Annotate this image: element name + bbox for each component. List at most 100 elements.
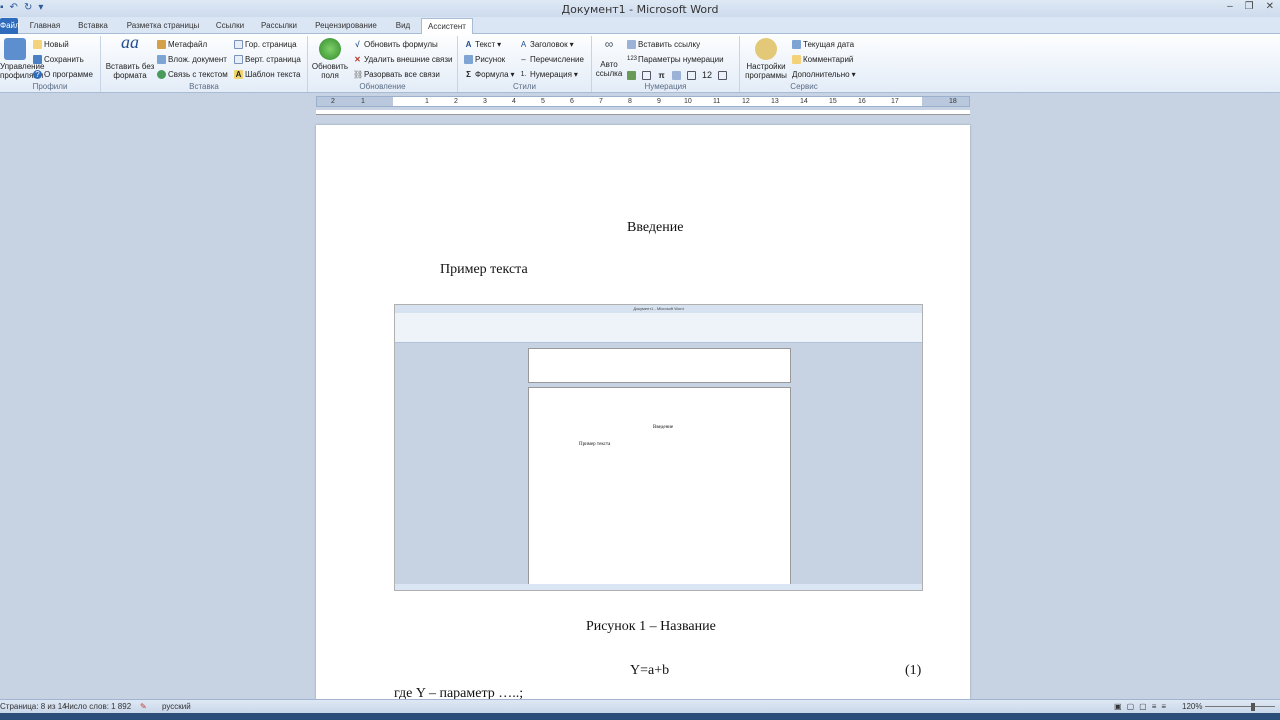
ruler-tick: 1 bbox=[425, 98, 429, 105]
restore-icon[interactable]: ❐ bbox=[1245, 1, 1254, 12]
tab-home[interactable]: Главная bbox=[26, 18, 64, 34]
figure-number-icon[interactable] bbox=[627, 70, 636, 80]
program-settings-button[interactable]: Настройки программы bbox=[743, 38, 789, 80]
figure-screenshot[interactable]: Документ1 - Microsoft Word Введение Прим… bbox=[394, 304, 923, 591]
ruler-tick: 3 bbox=[483, 98, 487, 105]
zoom-level[interactable]: 120% bbox=[1182, 702, 1202, 711]
window-controls: – ❐ ✕ bbox=[1227, 1, 1274, 12]
numbering-params-button[interactable]: 123 Параметры нумерации bbox=[627, 55, 724, 64]
update-fields-button[interactable]: Обновить поля bbox=[310, 38, 350, 80]
template-icon: A bbox=[234, 70, 243, 79]
comment-button[interactable]: Комментарий bbox=[792, 55, 853, 64]
text-template-button[interactable]: A Шаблон текста bbox=[234, 70, 301, 79]
new-profile-button[interactable]: Новый bbox=[33, 40, 69, 49]
tab-insert[interactable]: Вставка bbox=[74, 18, 112, 34]
save-profile-button[interactable]: Сохранить bbox=[33, 55, 84, 64]
print-layout-icon[interactable]: ▣ bbox=[1114, 702, 1122, 711]
current-date-button[interactable]: Текущая дата bbox=[792, 40, 854, 49]
equation-number-icon[interactable] bbox=[672, 70, 681, 80]
break-links-button[interactable]: ⛓ Разорвать все связи bbox=[353, 70, 440, 79]
previous-page bbox=[316, 110, 970, 115]
style-picture-button[interactable]: Рисунок bbox=[464, 55, 505, 64]
update-formulas-button[interactable]: √ Обновить формулы bbox=[353, 40, 437, 49]
horizontal-ruler[interactable]: 2 1 1 2 3 4 5 6 7 8 9 10 11 12 13 14 15 … bbox=[316, 96, 970, 107]
help-icon: ? bbox=[33, 70, 42, 79]
group-styles: A Текст ▾ Рисунок Σ Формула ▾ A Заголовок ▾ – П… bbox=[458, 36, 592, 92]
ruler-tick: 15 bbox=[829, 98, 837, 105]
outline-icon[interactable]: ≡ bbox=[1152, 702, 1157, 711]
style-list-button[interactable]: – Перечисление bbox=[519, 55, 584, 64]
document-icon bbox=[157, 55, 166, 64]
paste-unformatted-button[interactable]: aa Вставить без формата bbox=[104, 33, 156, 80]
tab-mailings[interactable]: Рассылки bbox=[258, 18, 300, 34]
link-text-button[interactable]: Связь с текстом bbox=[157, 70, 228, 79]
number-12[interactable]: 12 bbox=[702, 70, 712, 80]
numbered-list-icon: 1. bbox=[520, 71, 527, 78]
embedded-doc-button[interactable]: Влож. документ bbox=[157, 55, 227, 64]
ruler-tick: 1 bbox=[361, 98, 365, 105]
pi-icon[interactable]: π bbox=[657, 71, 666, 80]
remove-links-button[interactable]: ✕ Удалить внешние связи bbox=[353, 55, 452, 64]
tab-review[interactable]: Рецензирование bbox=[310, 18, 382, 34]
ribbon: Управление профилями Новый Сохранить ? О … bbox=[0, 33, 1280, 93]
table-number-icon[interactable] bbox=[642, 70, 651, 80]
formula[interactable]: Y=a+b bbox=[630, 663, 669, 679]
paragraph-sample[interactable]: Пример текста bbox=[440, 262, 528, 278]
style-formula-button[interactable]: Σ Формула ▾ bbox=[464, 70, 515, 79]
full-screen-icon[interactable]: ▢ bbox=[1127, 702, 1135, 711]
additional-button[interactable]: Дополнительно ▾ bbox=[792, 70, 856, 79]
sqrt-icon: √ bbox=[355, 40, 360, 49]
figure-statusbar bbox=[395, 584, 922, 590]
heading-introduction[interactable]: Введение bbox=[627, 220, 683, 236]
ruler-tick: 10 bbox=[684, 98, 692, 105]
profiles-icon bbox=[4, 38, 26, 60]
left-margin bbox=[317, 97, 393, 106]
portrait-page-button[interactable]: Верт. страница bbox=[234, 55, 301, 64]
chain-icon: ⛓ bbox=[353, 70, 364, 79]
auto-link-button[interactable]: ∞ Авто ссылка bbox=[594, 38, 624, 78]
draft-icon[interactable]: ≡ bbox=[1161, 702, 1166, 711]
tab-references[interactable]: Ссылки bbox=[212, 18, 248, 34]
formula-number[interactable]: (1) bbox=[905, 663, 921, 679]
tab-view[interactable]: Вид bbox=[390, 18, 416, 34]
landscape-page-button[interactable]: Гор. страница bbox=[234, 40, 297, 49]
group-label: Стили bbox=[512, 82, 537, 91]
close-icon[interactable]: ✕ bbox=[1266, 1, 1274, 12]
figure-title: Документ1 - Microsoft Word bbox=[633, 306, 684, 311]
zoom-slider[interactable] bbox=[1205, 706, 1275, 707]
dropdown-icon: ▾ bbox=[510, 70, 515, 79]
figure-titlebar: Документ1 - Microsoft Word bbox=[395, 305, 922, 313]
ribbon-tabs: Файл Главная Вставка Разметка страницы С… bbox=[0, 17, 1280, 34]
tab-assistant[interactable]: Ассистент bbox=[421, 18, 473, 34]
ruler-tick: 11 bbox=[713, 98, 721, 105]
tab-file[interactable]: Файл bbox=[0, 18, 20, 34]
language[interactable]: русский bbox=[162, 702, 191, 711]
zoom-handle[interactable] bbox=[1251, 703, 1255, 711]
web-layout-icon[interactable]: ▢ bbox=[1139, 702, 1147, 711]
proofing-icon[interactable]: ✎ bbox=[140, 702, 147, 711]
word-count[interactable]: Число слов: 1 892 bbox=[64, 702, 131, 711]
group-label: Профили bbox=[32, 82, 68, 91]
ruler-tick: 13 bbox=[771, 98, 779, 105]
metafile-button[interactable]: Метафайл bbox=[157, 40, 207, 49]
page-v-icon bbox=[234, 55, 243, 64]
style-text-button[interactable]: A Текст ▾ bbox=[464, 40, 502, 49]
manage-profiles-button[interactable]: Управление профилями bbox=[0, 38, 44, 80]
about-button[interactable]: ? О программе bbox=[33, 70, 93, 79]
ruler-tick: 2 bbox=[331, 98, 335, 105]
ruler-tick: 7 bbox=[599, 98, 603, 105]
group-label: Вставка bbox=[189, 82, 219, 91]
style-numbering-button[interactable]: 1. Нумерация ▾ bbox=[519, 70, 578, 79]
figure-ribbon bbox=[395, 313, 922, 343]
numbering-icons-row: π 12 bbox=[627, 70, 728, 80]
style-heading-button[interactable]: A Заголовок ▾ bbox=[519, 40, 574, 49]
figure-caption[interactable]: Рисунок 1 – Название bbox=[586, 619, 716, 635]
new-icon bbox=[33, 40, 42, 49]
page-count[interactable]: Страница: 8 из 14 bbox=[0, 702, 67, 711]
insert-link-button[interactable]: Вставить ссылку bbox=[627, 40, 700, 49]
grid-icon[interactable] bbox=[718, 70, 728, 80]
group-insert: aa Вставить без формата Метафайл Влож. д… bbox=[101, 33, 308, 92]
minimize-icon[interactable]: – bbox=[1227, 1, 1233, 12]
numbers-icon: 123 bbox=[627, 56, 638, 62]
page-number-icon[interactable] bbox=[687, 70, 696, 80]
